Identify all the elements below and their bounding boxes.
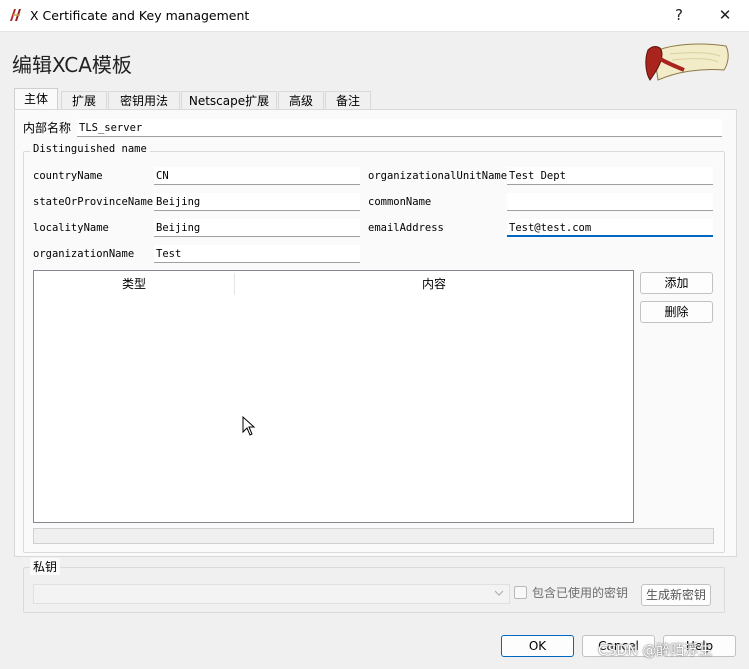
common-name-input[interactable] (507, 193, 713, 211)
generate-key-button[interactable]: 生成新密钥 (641, 584, 711, 606)
state-label: stateOrProvinceName (33, 196, 154, 208)
scroll-banner-icon (645, 43, 729, 81)
used-keys-label: 包含已使用的密钥 (532, 586, 629, 600)
close-icon: ✕ (718, 6, 732, 24)
internal-name-label: 内部名称 (23, 121, 72, 135)
horizontal-scrollbar[interactable] (33, 528, 714, 544)
private-key-select[interactable] (33, 584, 510, 604)
column-header-content[interactable]: 内容 (235, 271, 633, 297)
state-input[interactable]: Beijing (154, 193, 360, 211)
country-name-label: countryName (33, 170, 103, 182)
private-key-title: 私钥 (30, 558, 61, 575)
close-window-button[interactable]: ✕ (702, 0, 748, 31)
distinguished-name-title: Distinguished name (30, 143, 150, 155)
help-title-button[interactable]: ? (656, 0, 702, 31)
organization-input[interactable]: Test (154, 245, 360, 263)
mouse-pointer-icon (242, 416, 256, 436)
xca-app-icon (10, 9, 21, 21)
extra-fields-table[interactable]: 类型 内容 (33, 270, 634, 523)
tab-advanced[interactable]: 高级 (278, 91, 324, 110)
chevron-down-icon (494, 590, 504, 596)
common-name-label: commonName (368, 196, 432, 208)
column-header-type[interactable]: 类型 (34, 271, 234, 297)
page-title: 编辑XCA模板 (12, 53, 132, 77)
tab-netscape[interactable]: Netscape扩展 (181, 91, 277, 110)
tab-key-usage[interactable]: 密钥用法 (108, 91, 180, 110)
window-title: X Certificate and Key management (30, 8, 250, 23)
ok-button[interactable]: OK (501, 635, 574, 657)
organization-label: organizationName (33, 248, 135, 260)
tab-comment[interactable]: 备注 (325, 91, 371, 110)
country-name-input[interactable]: CN (154, 167, 360, 185)
org-unit-label: organizationalUnitName (368, 170, 508, 182)
email-input[interactable]: Test@test.com (507, 219, 713, 237)
email-label: emailAddress (368, 222, 444, 234)
internal-name-input[interactable]: TLS_server (77, 119, 722, 137)
tab-extensions[interactable]: 扩展 (61, 91, 107, 110)
org-unit-input[interactable]: Test Dept (507, 167, 713, 185)
used-keys-checkbox[interactable] (514, 586, 527, 599)
title-bar: X Certificate and Key management ? ✕ (0, 0, 749, 32)
add-button[interactable]: 添加 (640, 272, 713, 294)
locality-input[interactable]: Beijing (154, 219, 360, 237)
delete-button[interactable]: 删除 (640, 301, 713, 323)
tab-subject[interactable]: 主体 (14, 88, 58, 110)
locality-label: localityName (33, 222, 109, 234)
watermark-text: CSDN @醉陌浮生 (598, 643, 713, 659)
